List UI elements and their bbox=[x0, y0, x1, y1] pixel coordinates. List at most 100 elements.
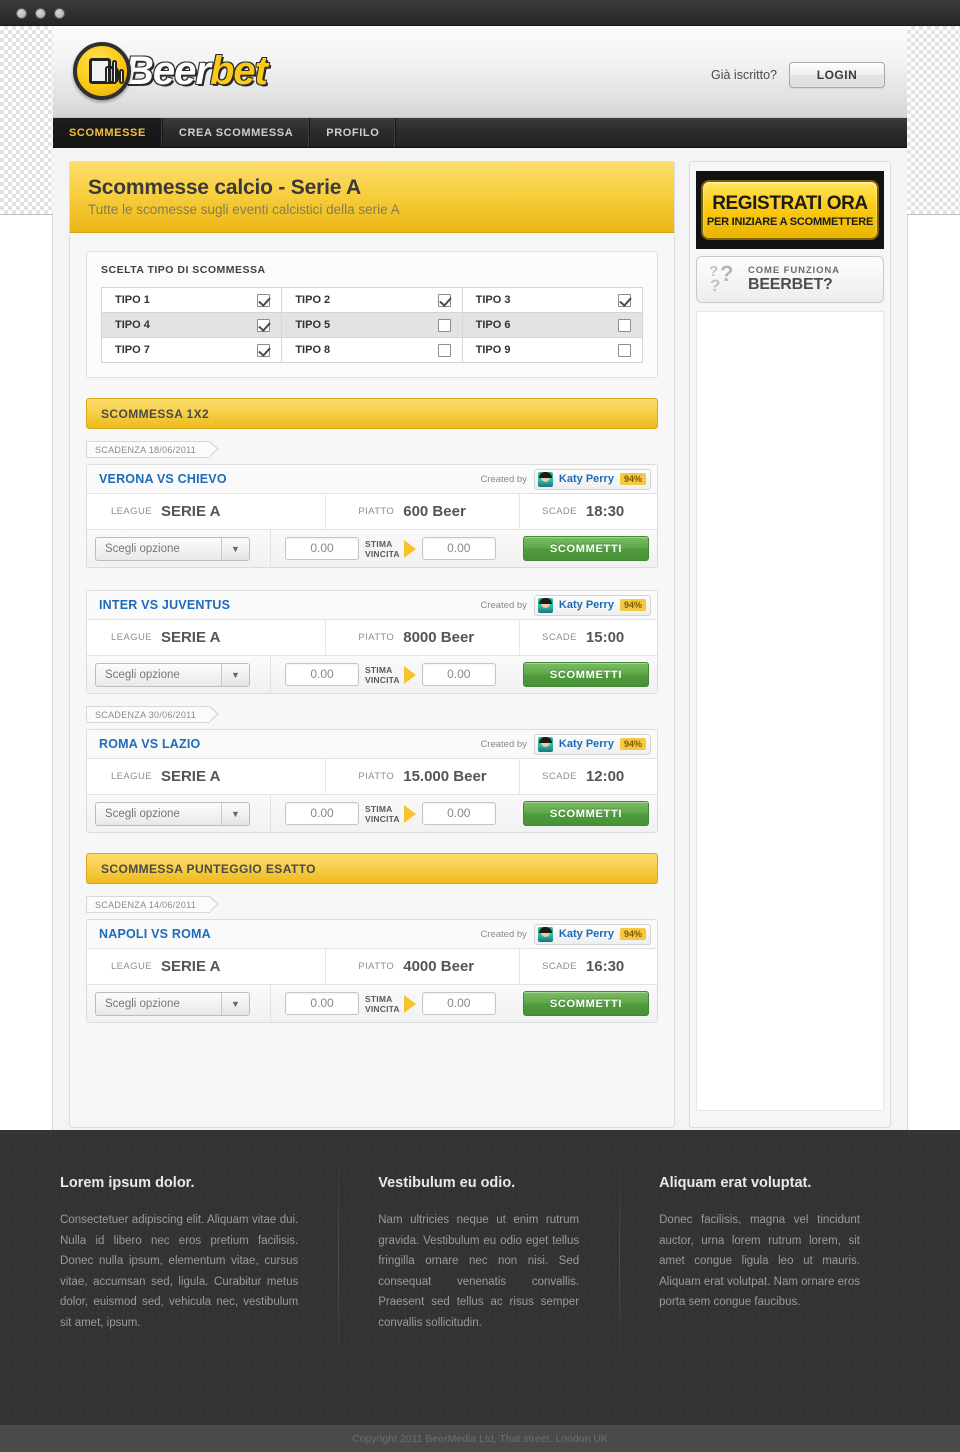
place-bet-button[interactable]: SCOMMETTI bbox=[522, 662, 649, 687]
option-select[interactable]: Scegli opzione ▼ bbox=[95, 991, 250, 1016]
backdrop-left bbox=[0, 26, 53, 215]
bet-card: INTER VS JUVENTUS Created by Katy Perry … bbox=[86, 590, 658, 694]
bet-card: ROMA VS LAZIO Created by Katy Perry 94% … bbox=[86, 729, 658, 833]
creator-chip[interactable]: Katy Perry 94% bbox=[533, 923, 651, 945]
checkbox-icon-tipo-2[interactable] bbox=[437, 293, 451, 307]
creator-rating-badge: 94% bbox=[619, 928, 646, 940]
sidebar: REGISTRATI ORA PER INIZIARE A SCOMMETTER… bbox=[688, 161, 891, 1128]
place-bet-button[interactable]: SCOMMETTI bbox=[522, 536, 649, 561]
bet-match-title[interactable]: ROMA VS LAZIO bbox=[99, 737, 200, 751]
checkbox-icon-tipo-9[interactable] bbox=[617, 343, 631, 357]
meta-scade: SCADE 16:30 bbox=[520, 949, 657, 984]
filter-cell-tipo-8[interactable]: TIPO 8 bbox=[281, 338, 461, 362]
option-select-value: Scegli opzione bbox=[105, 542, 180, 555]
question-mark-icon: ??? bbox=[708, 260, 734, 295]
stake-input[interactable]: 0.00 bbox=[285, 992, 359, 1015]
filter-cell-tipo-9[interactable]: TIPO 9 bbox=[461, 338, 642, 362]
creator-name[interactable]: Katy Perry bbox=[559, 738, 614, 750]
creator-chip[interactable]: Katy Perry 94% bbox=[533, 468, 651, 490]
window-zoom-button[interactable] bbox=[54, 8, 65, 19]
checkbox-icon-tipo-6[interactable] bbox=[617, 318, 631, 332]
creator-rating-badge: 94% bbox=[619, 473, 646, 485]
site-header: Beerbet Già iscritto? LOGIN bbox=[53, 26, 907, 118]
filter-label: TIPO 1 bbox=[115, 294, 150, 306]
place-bet-button[interactable]: SCOMMETTI bbox=[522, 991, 649, 1016]
footer-column-2: Vestibulum eu odio. Nam ultricies neque … bbox=[338, 1157, 619, 1425]
filter-grid: TIPO 1 TIPO 2 TIPO 3 TIPO 4 TIPO 5 TIPO … bbox=[101, 287, 643, 363]
creator-chip[interactable]: Katy Perry 94% bbox=[533, 733, 651, 755]
filter-cell-tipo-5[interactable]: TIPO 5 bbox=[281, 313, 461, 337]
site-logo[interactable]: Beerbet bbox=[73, 42, 268, 100]
nav-item-crea-scommessa[interactable]: CREA SCOMMESSA bbox=[163, 118, 311, 147]
chevron-down-icon[interactable]: ▼ bbox=[221, 802, 249, 825]
filter-cell-tipo-1[interactable]: TIPO 1 bbox=[102, 288, 281, 312]
filter-cell-tipo-2[interactable]: TIPO 2 bbox=[281, 288, 461, 312]
avatar-icon bbox=[537, 926, 553, 942]
meta-value-piatto: 4000 Beer bbox=[403, 958, 475, 975]
promo-banner[interactable]: REGISTRATI ORA PER INIZIARE A SCOMMETTER… bbox=[695, 171, 884, 249]
stake-input[interactable]: 0.00 bbox=[285, 802, 359, 825]
howto-line1: COME FUNZIONA bbox=[747, 265, 840, 276]
stima-vincita: STIMA VINCITA bbox=[365, 994, 416, 1014]
how-it-works-card[interactable]: ??? COME FUNZIONA BEERBET? bbox=[695, 256, 884, 303]
creator-name[interactable]: Katy Perry bbox=[559, 473, 614, 485]
meta-scade: SCADE 15:00 bbox=[520, 620, 657, 655]
bet-match-title[interactable]: NAPOLI VS ROMA bbox=[99, 927, 211, 941]
login-button[interactable]: LOGIN bbox=[789, 62, 885, 88]
footer-title: Vestibulum eu odio. bbox=[378, 1175, 516, 1191]
bet-match-title[interactable]: VERONA VS CHIEVO bbox=[99, 472, 227, 486]
stake-input[interactable]: 0.00 bbox=[285, 663, 359, 686]
checkbox-icon-tipo-1[interactable] bbox=[257, 293, 271, 307]
meta-value-scade: 18:30 bbox=[585, 503, 625, 520]
place-bet-button[interactable]: SCOMMETTI bbox=[522, 801, 649, 826]
bet-meta: LEAGUE SERIE A PIATTO 600 Beer SCADE 18:… bbox=[87, 494, 657, 530]
window-minimize-button[interactable] bbox=[35, 8, 46, 19]
bet-header: NAPOLI VS ROMA Created by Katy Perry 94% bbox=[87, 920, 657, 949]
option-select[interactable]: Scegli opzione ▼ bbox=[95, 536, 250, 561]
stima-label-line2: VINCITA bbox=[365, 674, 400, 685]
arrow-right-icon bbox=[403, 804, 416, 823]
promo-subline: PER INIZIARE A SCOMMETTERE bbox=[706, 215, 874, 228]
filter-row: TIPO 4 TIPO 5 TIPO 6 bbox=[102, 312, 642, 337]
howto-line2: BEERBET? bbox=[747, 276, 833, 293]
window-close-button[interactable] bbox=[16, 8, 27, 19]
promo-headline: REGISTRATI ORA bbox=[712, 192, 868, 214]
nav-item-scommesse[interactable]: SCOMMESSE bbox=[53, 118, 163, 147]
footer-title: Aliquam erat voluptat. bbox=[659, 1175, 812, 1191]
nav-item-profilo[interactable]: PROFILO bbox=[310, 118, 397, 147]
bet-header: VERONA VS CHIEVO Created by Katy Perry 9… bbox=[87, 465, 657, 494]
bet-header: INTER VS JUVENTUS Created by Katy Perry … bbox=[87, 591, 657, 620]
option-select[interactable]: Scegli opzione ▼ bbox=[95, 662, 250, 687]
bet-meta: LEAGUE SERIE A PIATTO 15.000 Beer SCADE … bbox=[87, 759, 657, 795]
main-navigation: SCOMMESSE CREA SCOMMESSA PROFILO bbox=[53, 118, 907, 148]
meta-label-league: LEAGUE bbox=[111, 961, 152, 972]
chevron-down-icon[interactable]: ▼ bbox=[221, 537, 249, 560]
meta-label-scade: SCADE bbox=[542, 961, 577, 972]
checkbox-icon-tipo-5[interactable] bbox=[437, 318, 451, 332]
option-select[interactable]: Scegli opzione ▼ bbox=[95, 801, 250, 826]
filter-cell-tipo-4[interactable]: TIPO 4 bbox=[102, 313, 281, 337]
register-now-button[interactable]: REGISTRATI ORA PER INIZIARE A SCOMMETTER… bbox=[700, 180, 879, 240]
filter-cell-tipo-3[interactable]: TIPO 3 bbox=[461, 288, 642, 312]
checkbox-icon-tipo-7[interactable] bbox=[257, 343, 271, 357]
stima-label-line2: VINCITA bbox=[365, 1003, 400, 1014]
bet-card: VERONA VS CHIEVO Created by Katy Perry 9… bbox=[86, 464, 658, 568]
creator-name[interactable]: Katy Perry bbox=[559, 928, 614, 940]
creator-chip[interactable]: Katy Perry 94% bbox=[533, 594, 651, 616]
stake-input[interactable]: 0.00 bbox=[285, 537, 359, 560]
checkbox-icon-tipo-3[interactable] bbox=[617, 293, 631, 307]
creator-name[interactable]: Katy Perry bbox=[559, 599, 614, 611]
section-heading-punteggio-esatto: SCOMMESSA PUNTEGGIO ESATTO bbox=[86, 853, 658, 884]
checkbox-icon-tipo-4[interactable] bbox=[257, 318, 271, 332]
bet-match-title[interactable]: INTER VS JUVENTUS bbox=[99, 598, 230, 612]
stima-vincita: STIMA VINCITA bbox=[365, 804, 416, 824]
payout-output: 0.00 bbox=[421, 537, 496, 560]
checkbox-icon-tipo-8[interactable] bbox=[437, 343, 451, 357]
bet-meta: LEAGUE SERIE A PIATTO 8000 Beer SCADE 15… bbox=[87, 620, 657, 656]
filter-cell-tipo-7[interactable]: TIPO 7 bbox=[102, 338, 281, 362]
filter-cell-tipo-6[interactable]: TIPO 6 bbox=[461, 313, 642, 337]
meta-label-piatto: PIATTO bbox=[358, 961, 395, 972]
chevron-down-icon[interactable]: ▼ bbox=[221, 992, 249, 1015]
page-title-band: Scommesse calcio - Serie A Tutte le scom… bbox=[70, 162, 674, 233]
chevron-down-icon[interactable]: ▼ bbox=[221, 663, 249, 686]
